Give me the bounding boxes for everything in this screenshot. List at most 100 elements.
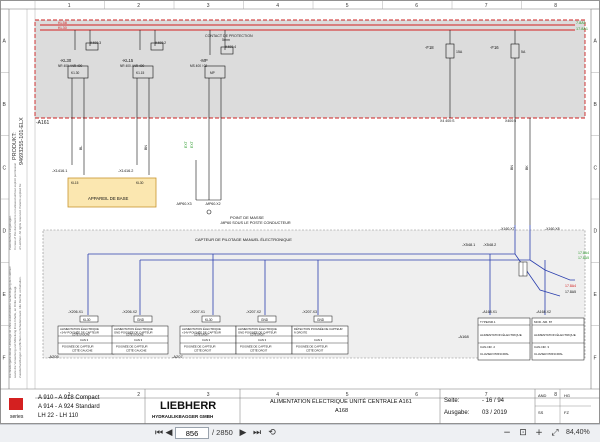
connector-pin: KL30	[83, 318, 91, 322]
svg-text:-A168: -A168	[458, 334, 469, 339]
row-letter: C	[3, 165, 7, 171]
connector-desc-3: CÔTÉ GAUCHE	[126, 334, 144, 337]
zoom-level: 84,40%	[566, 429, 590, 436]
rail-ref-1: 7.8A1	[576, 21, 586, 25]
ground-sub-label: -MP60 SOUS LE POSTE CONDUCTEUR	[220, 221, 291, 225]
svg-text:-A207: -A207	[172, 354, 183, 359]
svg-text:-MP60.X3: -MP60.X3	[176, 202, 192, 206]
svg-text:-X160.X8: -X160.X8	[545, 227, 560, 231]
ausgabe-label: Ausgabe:	[444, 410, 470, 416]
svg-text:-F18: -F18	[425, 45, 434, 50]
rail-label-kl58: KL58	[58, 21, 67, 25]
right-box-can: CAN-NR. 2	[480, 345, 495, 349]
connector-pin: GND	[137, 318, 145, 322]
zoom-in-icon[interactable]: +	[532, 427, 546, 440]
a161-label: -A161	[36, 120, 50, 126]
column-number-bottom: 5	[346, 392, 349, 398]
svg-text:EXT: EXT	[190, 140, 194, 148]
previous-page-icon[interactable]: ◀	[162, 427, 176, 440]
protection-sub: 5mm	[222, 38, 230, 42]
svg-text:KL30: KL30	[136, 181, 144, 185]
connector-desc-2: À DROITE	[294, 331, 307, 335]
side-legal-text: sowie die Verwertung und Mitteilung ihre…	[13, 286, 17, 378]
svg-text:-X160.X7: -X160.X7	[500, 227, 515, 231]
capteur-title: CAPTEUR DE PILOTAGE MANUEL ÉLECTRONIQUE	[195, 237, 292, 242]
svg-text:17.8A4: 17.8A4	[578, 251, 589, 255]
column-number-bottom: 6	[415, 392, 418, 398]
svg-text:BL: BL	[79, 146, 83, 150]
right-box-desc: CLAVIER PRINCIPAL	[480, 352, 509, 356]
svg-text:-X1416.1: -X1416.1	[52, 169, 67, 173]
connector-pos-2: CÔTÉ DROIT	[250, 348, 268, 353]
svg-text:15A: 15A	[456, 50, 463, 54]
side-legal-text: Zuwiderhandlungen verpflichten zu Schade…	[18, 276, 22, 378]
connector-desc-3: CÔTÉ DROIT	[250, 334, 265, 337]
right-box-type: MOD.-NR. 87	[534, 320, 553, 324]
zoom-out-icon[interactable]: −	[500, 427, 514, 440]
svg-text:BK: BK	[525, 165, 529, 170]
svg-text:17.8A5: 17.8A5	[565, 290, 576, 294]
svg-text:BN: BN	[144, 145, 148, 150]
connector-pos-2: CÔTÉ DROIT	[194, 348, 212, 353]
models-line-2: A 914 - A 924 Standard	[38, 404, 100, 410]
schematic-drawing: 1122334455667788 A AB BC CD DE EF F PRODUKT: 9…	[0, 0, 600, 424]
svg-text:-F16: -F16	[490, 45, 499, 50]
right-box-function: ALIMENTATION ÉLECTRIQUE	[480, 332, 522, 337]
svg-text:-KL30: -KL30	[60, 58, 72, 63]
right-box-type: TYPE/NR.1	[480, 320, 496, 324]
svg-text:17.8A4: 17.8A4	[565, 284, 576, 288]
connector-ref: -X206.X1	[68, 310, 83, 314]
connector-pin: KL30	[205, 318, 213, 322]
connector-can: CAN 3	[202, 338, 211, 342]
ground-label: POINT DE MASSE	[230, 215, 264, 220]
svg-text:FZ: FZ	[564, 410, 569, 415]
column-number: 4	[276, 3, 279, 9]
svg-text:-A205: -A205	[48, 354, 59, 359]
rail-label-kl30: KL30	[58, 26, 67, 30]
column-number: 2	[137, 3, 140, 9]
connector-pos-2: CÔTÉ DROIT	[306, 348, 324, 353]
svg-text:X400:3: X400:3	[90, 41, 101, 45]
sheet-subtitle: A168	[335, 408, 348, 414]
column-number: 1	[68, 3, 71, 9]
connector-desc-3: CÔTÉ GAUCHE	[72, 334, 90, 337]
side-legal-text: Patentschutz eingetragen.	[8, 215, 12, 250]
svg-text:EXT: EXT	[184, 140, 188, 148]
side-legal-text: In case of this document is not allowed …	[13, 162, 17, 250]
connector-pin: GND	[317, 318, 325, 322]
column-number: 3	[207, 3, 210, 9]
page-total: / 2850	[212, 428, 233, 437]
fullscreen-icon[interactable]: ⤢	[548, 427, 562, 440]
column-number: 6	[415, 3, 418, 9]
svg-text:X4 400:S: X4 400:S	[440, 119, 455, 123]
sheet-title: ALIMENTATION ÉLECTRIQUE UNITÉ CENTRALE A…	[270, 398, 412, 405]
last-page-icon[interactable]: ⏭	[250, 427, 264, 440]
column-number: 8	[554, 3, 557, 9]
next-page-icon[interactable]: ▶	[236, 427, 250, 440]
connector-desc-3: CÔTÉ DROIT	[194, 334, 209, 337]
seite-value: - 16 / 94	[482, 398, 505, 404]
page-number-input[interactable]	[175, 427, 209, 439]
connector-pos-2: CÔTÉ GAUCHE	[72, 348, 93, 353]
a161-unit-box	[34, 19, 586, 119]
side-legal-text: Die Wiedergabe dieser Unterlage ist ohne…	[8, 266, 12, 378]
right-box-can: CAN-NR. 3	[534, 345, 549, 349]
connector-can: CAN 3	[314, 338, 323, 342]
connector-ref: -X207.X3	[302, 310, 317, 314]
rotate-icon[interactable]: ⟲	[265, 427, 279, 440]
svg-text:-X548.2: -X548.2	[483, 243, 496, 247]
models-line-3: LH 22 - LH 110	[38, 413, 79, 419]
series-label: series	[10, 414, 24, 420]
column-number-bottom: 8	[554, 392, 557, 398]
svg-text:SS: SS	[538, 410, 544, 415]
right-box-desc: CLAVIER PRINCIPAL	[534, 352, 563, 356]
svg-text:17.8A5: 17.8A5	[578, 256, 589, 260]
pdf-viewer-toolbar: ⏮ ◀ / 2850 ▶ ⏭ ⟲ − ⊡ + ⤢ 84,40%	[0, 424, 600, 442]
fit-page-icon[interactable]: ⊡	[516, 427, 530, 440]
right-box-ref: -A168.X1	[482, 310, 497, 314]
connector-ref: -X207.X2	[246, 310, 261, 314]
column-number-bottom: 3	[207, 392, 210, 398]
svg-text:BN: BN	[510, 165, 514, 170]
connector-ref: -X206.X2	[122, 310, 137, 314]
brand-sub: HYDRAULIKBAGGER GMBH	[152, 414, 213, 419]
